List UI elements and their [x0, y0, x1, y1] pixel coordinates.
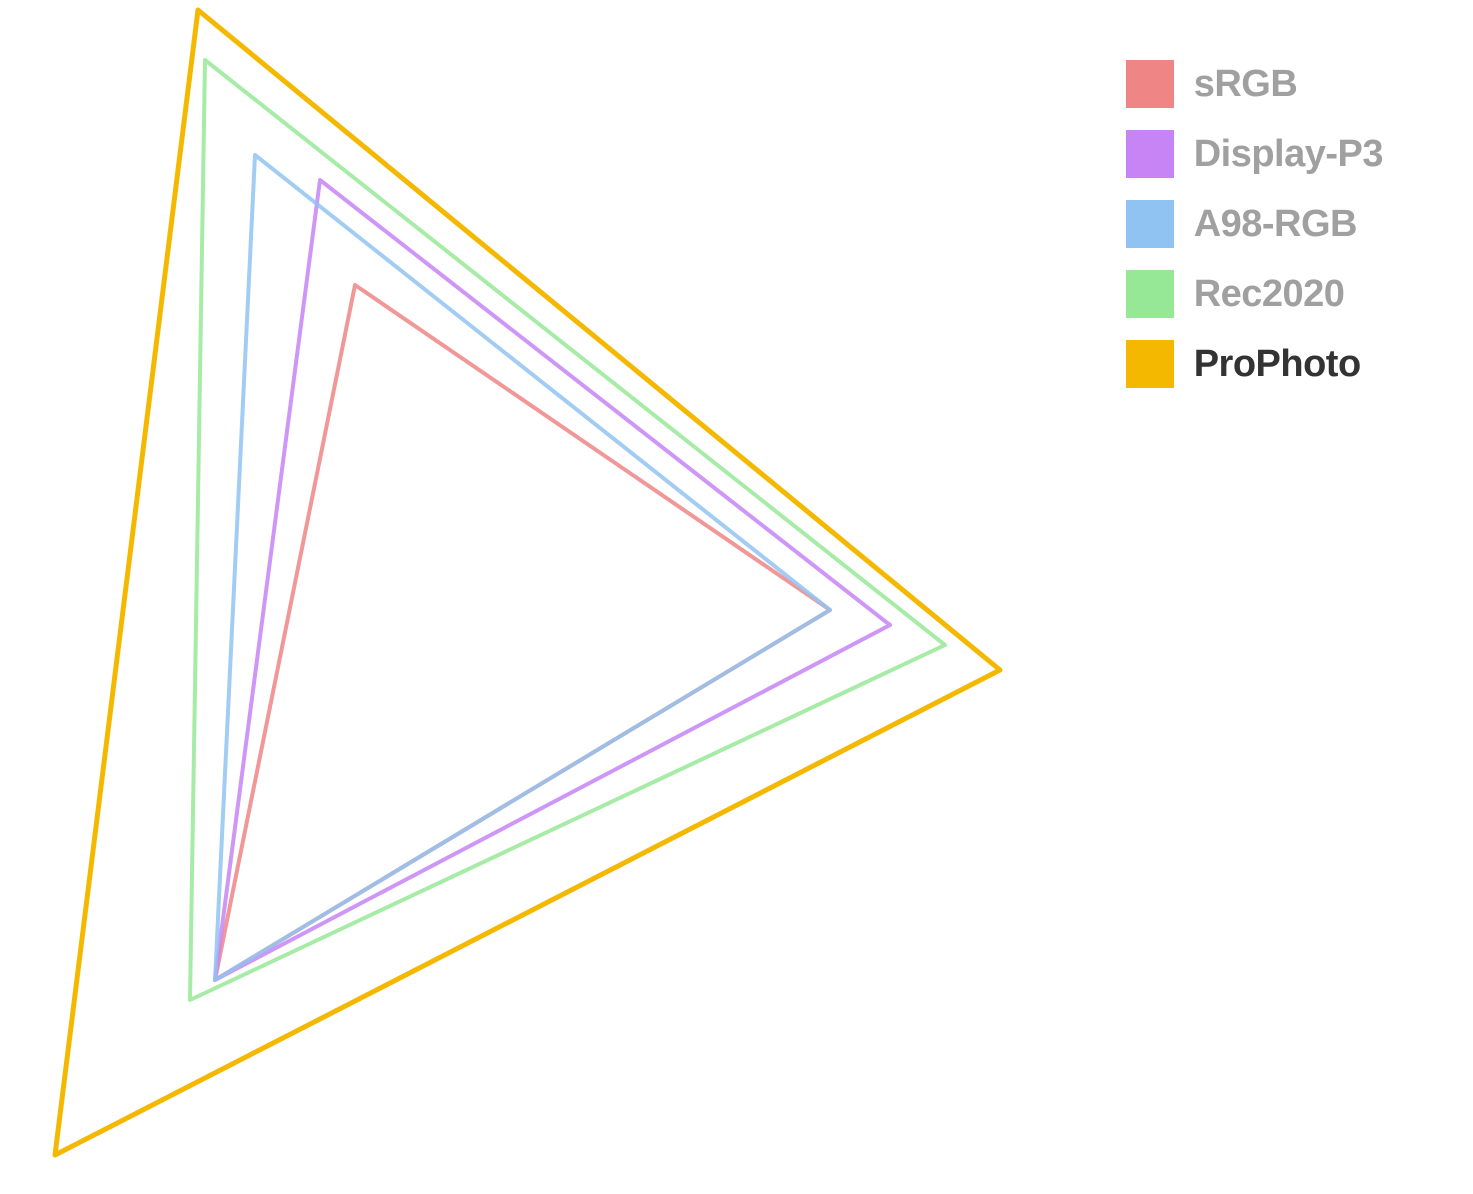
legend-swatch-a98-rgb: [1126, 200, 1174, 248]
legend-label-srgb: sRGB: [1194, 63, 1298, 106]
legend-label-display-p3: Display-P3: [1194, 133, 1383, 176]
legend-item-a98-rgb[interactable]: A98-RGB: [1126, 200, 1383, 248]
legend-item-display-p3[interactable]: Display-P3: [1126, 130, 1383, 178]
legend-swatch-prophoto: [1126, 340, 1174, 388]
legend-item-rec2020[interactable]: Rec2020: [1126, 270, 1383, 318]
legend-item-prophoto[interactable]: ProPhoto: [1126, 340, 1383, 388]
legend-swatch-display-p3: [1126, 130, 1174, 178]
legend-swatch-rec2020: [1126, 270, 1174, 318]
legend-label-a98-rgb: A98-RGB: [1194, 203, 1357, 246]
legend: sRGB Display-P3 A98-RGB Rec2020 ProPhoto: [1126, 60, 1383, 388]
legend-swatch-srgb: [1126, 60, 1174, 108]
legend-label-prophoto: ProPhoto: [1194, 343, 1361, 386]
legend-label-rec2020: Rec2020: [1194, 273, 1345, 316]
gamut-triangle-srgb: [215, 285, 830, 980]
legend-item-srgb[interactable]: sRGB: [1126, 60, 1383, 108]
color-gamut-chart: sRGB Display-P3 A98-RGB Rec2020 ProPhoto: [0, 0, 1473, 1194]
